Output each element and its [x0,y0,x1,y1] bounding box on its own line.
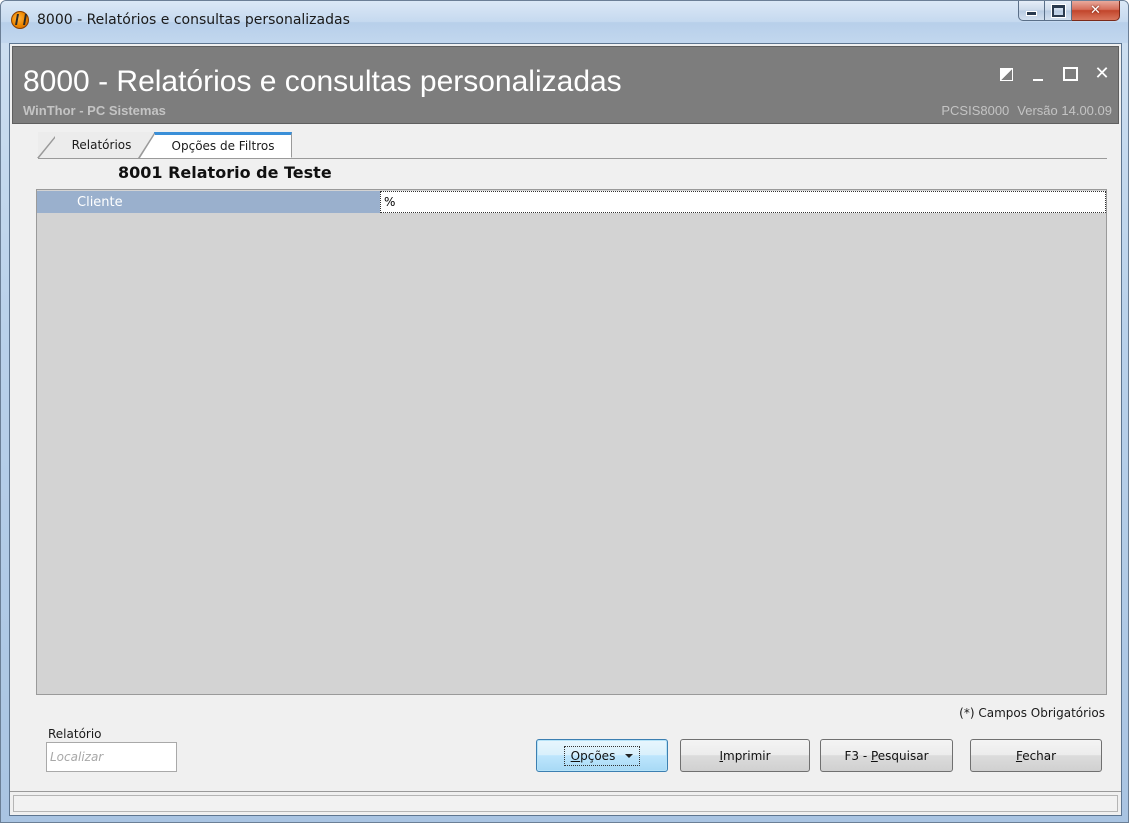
required-fields-note: (*) Campos Obrigatórios [959,706,1105,720]
restore-app-button[interactable] [998,65,1014,83]
imprimir-button[interactable]: Imprimir [680,739,810,772]
minimize-icon [1026,11,1037,16]
close-icon: ✕ [1094,63,1110,84]
close-app-button[interactable]: ✕ [1094,65,1110,83]
minimize-icon [1033,79,1043,81]
report-title: 8001 Relatorio de Teste [118,163,332,182]
app-header: 8000 - Relatórios e consultas personaliz… [12,46,1119,124]
app-title: 8000 - Relatórios e consultas personaliz… [23,65,622,98]
pesquisar-button[interactable]: F3 - Pesquisar [820,739,953,772]
maximize-icon [1051,4,1065,17]
fechar-button-label: Fechar [1015,748,1057,763]
window-caption-buttons: ✕ [1018,1,1120,21]
window-close-button[interactable]: ✕ [1072,1,1120,21]
filter-label-cliente[interactable]: Cliente [37,191,380,213]
app-window: 8000 - Relatórios e consultas personaliz… [0,0,1129,823]
app-subtitle: WinThor - PC Sistemas [23,103,166,118]
opcoes-button[interactable]: Opções [536,739,668,772]
minimize-app-button[interactable] [1030,65,1046,83]
tab-strip-line [38,158,1107,159]
window-minimize-button[interactable] [1018,1,1045,21]
report-search-label: Relatório [48,727,102,741]
report-search-input[interactable] [46,742,177,772]
version-label: Versão 14.00.09 [1017,103,1112,118]
program-code: PCSIS8000 [941,103,1010,118]
opcoes-button-label: Opções [570,748,616,763]
filter-value-cliente[interactable]: % [380,191,1106,213]
chevron-down-icon [625,753,634,758]
client-area: 8000 - Relatórios e consultas personaliz… [9,43,1122,816]
app-header-controls: ✕ [998,65,1110,83]
winthor-app-icon[interactable] [11,11,29,29]
filter-grid[interactable]: Cliente % [36,189,1107,695]
pesquisar-button-label: F3 - Pesquisar [844,748,929,763]
maximize-icon [1062,67,1078,81]
app-version-info: PCSIS8000 Versão 14.00.09 [941,103,1112,118]
tab-opcoes-de-filtros[interactable]: Opções de Filtros [138,132,292,158]
status-bar [10,791,1121,815]
tab-opcoes-de-filtros-label: Opções de Filtros [171,139,275,153]
filter-row[interactable]: Cliente % [37,191,1106,213]
tab-relatorios-label: Relatórios [71,138,132,152]
pin-icon [999,67,1013,81]
opcoes-button-focus: Opções [563,745,641,766]
window-title: 8000 - Relatórios e consultas personaliz… [37,12,350,28]
status-bar-panel [13,795,1118,812]
maximize-app-button[interactable] [1062,65,1078,83]
fechar-button[interactable]: Fechar [970,739,1102,772]
imprimir-button-label: Imprimir [719,748,771,763]
close-icon: ✕ [1090,3,1101,18]
window-titlebar[interactable]: 8000 - Relatórios e consultas personaliz… [1,1,1128,43]
window-maximize-button[interactable] [1045,1,1072,21]
